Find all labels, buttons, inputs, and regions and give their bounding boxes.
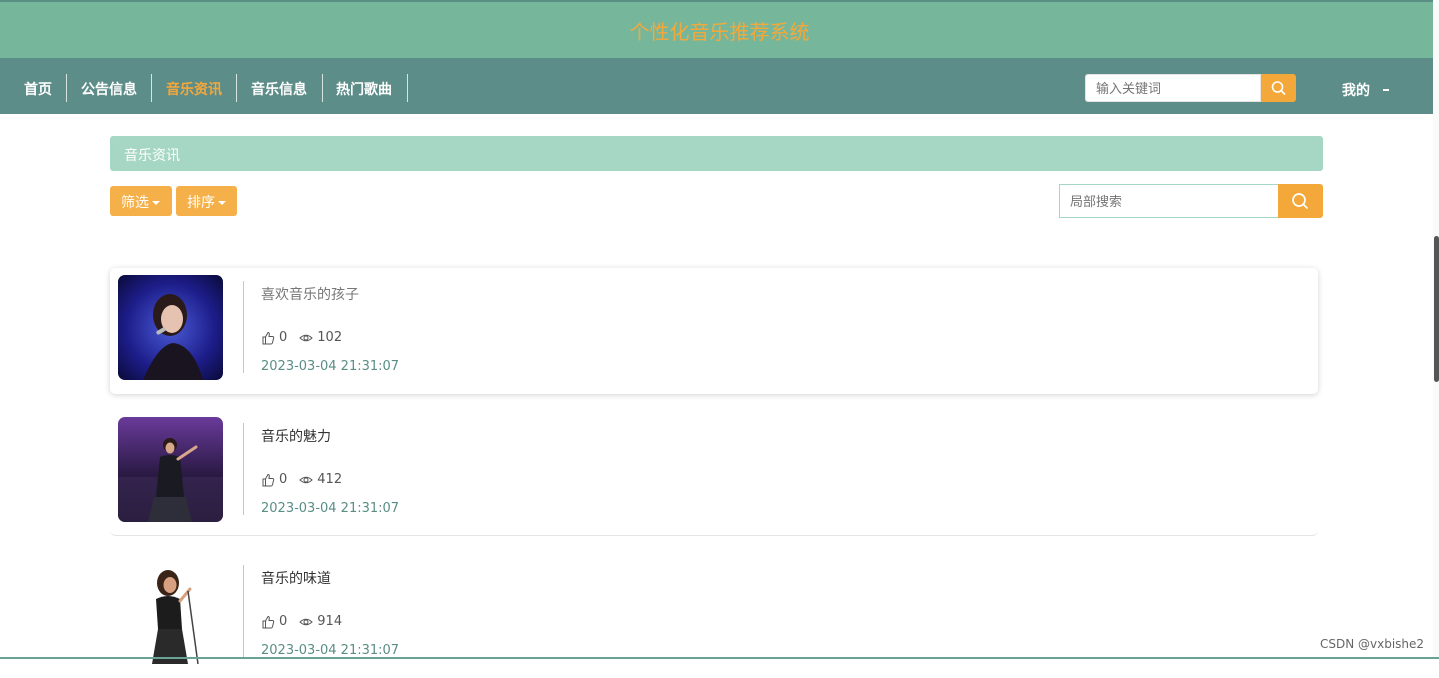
site-title: 个性化音乐推荐系统 bbox=[629, 20, 810, 44]
news-title[interactable]: 喜欢音乐的孩子 bbox=[261, 284, 359, 304]
view-count: 102 bbox=[317, 330, 343, 345]
card-divider bbox=[243, 423, 244, 515]
my-account-menu[interactable]: 我的 bbox=[1342, 80, 1370, 100]
local-search-input[interactable] bbox=[1059, 184, 1279, 218]
scrollbar-thumb[interactable] bbox=[1434, 236, 1439, 382]
search-icon bbox=[1292, 193, 1308, 209]
section-title-bar: 音乐资讯 bbox=[110, 136, 1323, 171]
view-count: 914 bbox=[317, 614, 343, 629]
nav-item-home[interactable]: 首页 bbox=[10, 75, 66, 101]
nav-item-music-news[interactable]: 音乐资讯 bbox=[152, 75, 236, 101]
news-card[interactable]: 喜欢音乐的孩子 0 102 2023-03-04 21:31:07 bbox=[110, 268, 1318, 394]
news-stats: 0 102 bbox=[261, 330, 342, 345]
filter-button[interactable]: 筛选 bbox=[110, 186, 172, 216]
like-count: 0 bbox=[279, 472, 288, 487]
view-count: 412 bbox=[317, 472, 343, 487]
eye-icon bbox=[299, 334, 314, 341]
news-card[interactable]: 音乐的魅力 0 412 2023-03-04 21:31:07 bbox=[110, 410, 1318, 536]
caret-down-icon[interactable] bbox=[1383, 89, 1389, 91]
thumbs-up-icon[interactable] bbox=[261, 473, 275, 487]
search-icon bbox=[1271, 81, 1286, 95]
news-stats: 0 914 bbox=[261, 614, 342, 629]
news-date: 2023-03-04 21:31:07 bbox=[261, 643, 400, 658]
top-search-input[interactable] bbox=[1085, 74, 1261, 102]
nav-item-hot-songs[interactable]: 热门歌曲 bbox=[322, 75, 406, 101]
card-divider bbox=[243, 281, 244, 373]
sort-button-label: 排序 bbox=[187, 195, 215, 211]
watermark: CSDN @vxbishe2 bbox=[1320, 637, 1425, 651]
nav-item-announcements[interactable]: 公告信息 bbox=[67, 75, 151, 101]
card-divider bbox=[243, 565, 244, 657]
filter-button-label: 筛选 bbox=[121, 195, 149, 211]
section-title: 音乐资讯 bbox=[124, 148, 180, 164]
news-thumbnail[interactable] bbox=[118, 275, 223, 380]
caret-down-icon bbox=[218, 201, 226, 205]
site-header: 个性化音乐推荐系统 bbox=[0, 0, 1439, 58]
news-stats: 0 412 bbox=[261, 472, 342, 487]
news-date: 2023-03-04 21:31:07 bbox=[261, 359, 400, 374]
top-search-button[interactable] bbox=[1261, 74, 1296, 102]
news-title[interactable]: 音乐的味道 bbox=[261, 568, 331, 588]
nav-item-music-info[interactable]: 音乐信息 bbox=[237, 75, 321, 101]
local-search-button[interactable] bbox=[1278, 184, 1323, 218]
news-thumbnail[interactable] bbox=[118, 559, 223, 664]
thumbs-up-icon[interactable] bbox=[261, 331, 275, 345]
like-count: 0 bbox=[279, 330, 288, 345]
sort-button[interactable]: 排序 bbox=[176, 186, 237, 216]
nav-divider bbox=[407, 74, 408, 102]
news-thumbnail[interactable] bbox=[118, 417, 223, 522]
eye-icon bbox=[299, 476, 314, 483]
caret-down-icon bbox=[152, 201, 160, 205]
news-title[interactable]: 音乐的魅力 bbox=[261, 426, 331, 446]
news-card[interactable]: 音乐的味道 0 914 2023-03-04 21:31:07 bbox=[110, 552, 1318, 678]
like-count: 0 bbox=[279, 614, 288, 629]
thumbs-up-icon[interactable] bbox=[261, 615, 275, 629]
eye-icon bbox=[299, 618, 314, 625]
news-date: 2023-03-04 21:31:07 bbox=[261, 501, 400, 516]
